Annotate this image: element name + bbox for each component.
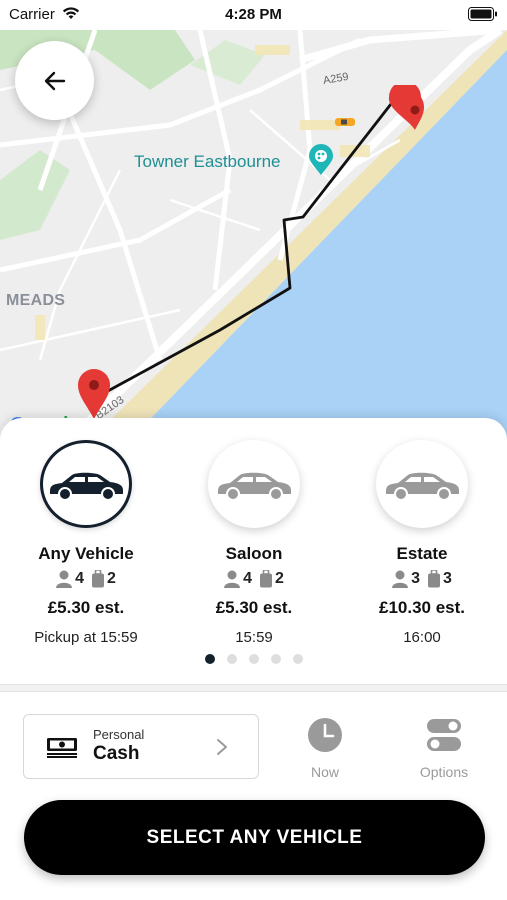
passenger-icon xyxy=(56,570,73,588)
luggage-icon xyxy=(428,570,440,588)
passenger-count: 4 xyxy=(243,570,252,587)
car-icon xyxy=(50,472,123,501)
back-button[interactable] xyxy=(15,41,94,120)
vehicle-pickup-time: 15:59 xyxy=(235,629,273,646)
pickup-pin-icon[interactable] xyxy=(76,368,112,420)
pagination-dot[interactable] xyxy=(270,654,281,664)
section-divider xyxy=(0,684,507,692)
battery-icon xyxy=(468,7,497,21)
schedule-now-button[interactable]: Now xyxy=(285,718,365,780)
vehicle-name: Estate xyxy=(396,544,448,563)
pagination-dot[interactable] xyxy=(292,654,303,664)
vehicle-capacity: 4 2 xyxy=(169,570,339,588)
payment-method-name: Cash xyxy=(93,743,140,764)
pagination-dot[interactable] xyxy=(204,654,215,664)
vehicle-option-saloon[interactable]: Saloon 4 2 £5.30 est. 15:59 xyxy=(169,440,339,646)
payment-method-selector[interactable]: Personal Cash xyxy=(23,714,259,779)
luggage-count: 3 xyxy=(443,570,452,587)
vehicle-price: £5.30 est. xyxy=(215,598,293,617)
destination-pin-icon[interactable] xyxy=(385,85,433,133)
select-vehicle-button[interactable]: SELECT ANY VEHICLE xyxy=(24,800,485,875)
vehicle-capacity: 4 2 xyxy=(1,570,171,588)
vehicle-icon-circle[interactable] xyxy=(40,440,132,528)
options-label: Options xyxy=(419,764,469,780)
vehicle-selection-panel: Any Vehicle 4 2 £5.30 est. Pickup at 15:… xyxy=(0,418,507,900)
vehicle-pickup-time: Pickup at 15:59 xyxy=(34,629,138,646)
luggage-icon xyxy=(92,570,104,588)
vehicle-name: Any Vehicle xyxy=(38,544,134,563)
vehicle-icon-circle[interactable] xyxy=(376,440,468,528)
cash-icon xyxy=(47,738,77,758)
vehicle-price: £10.30 est. xyxy=(378,598,465,617)
luggage-count: 2 xyxy=(107,570,116,587)
clock-icon xyxy=(308,718,342,752)
status-time: 4:28 PM xyxy=(225,6,282,23)
vehicle-name: Saloon xyxy=(225,544,283,563)
passenger-icon xyxy=(392,570,409,588)
car-icon xyxy=(386,472,459,501)
art-gallery-pin-icon[interactable] xyxy=(308,144,334,176)
status-bar: Carrier 4:28 PM xyxy=(0,0,507,30)
poi-label[interactable]: Towner Eastbourne xyxy=(134,152,280,172)
back-arrow-icon xyxy=(44,71,65,90)
luggage-count: 2 xyxy=(275,570,284,587)
luggage-icon xyxy=(260,570,272,588)
vehicle-option-estate[interactable]: Estate 3 3 £10.30 est. 16:00 xyxy=(337,440,507,646)
vehicle-capacity: 3 3 xyxy=(337,570,507,588)
chevron-right-icon xyxy=(217,739,227,755)
taxi-icon xyxy=(335,118,355,126)
pagination-dots xyxy=(0,654,507,664)
vehicle-option-any[interactable]: Any Vehicle 4 2 £5.30 est. Pickup at 15:… xyxy=(1,440,171,646)
passenger-count: 4 xyxy=(75,570,84,587)
car-icon xyxy=(218,472,291,501)
pagination-dot[interactable] xyxy=(226,654,237,664)
passenger-count: 3 xyxy=(411,570,420,587)
vehicle-price: £5.30 est. xyxy=(47,598,125,617)
payment-account-type: Personal xyxy=(93,727,145,742)
passenger-icon xyxy=(224,570,241,588)
pagination-dot[interactable] xyxy=(248,654,259,664)
vehicle-pickup-time: 16:00 xyxy=(403,629,441,646)
area-label: MEADS xyxy=(6,292,66,309)
vehicle-icon-circle[interactable] xyxy=(208,440,300,528)
options-button[interactable]: Options xyxy=(404,718,484,780)
toggle-options-icon xyxy=(427,719,461,751)
now-label: Now xyxy=(310,764,339,780)
